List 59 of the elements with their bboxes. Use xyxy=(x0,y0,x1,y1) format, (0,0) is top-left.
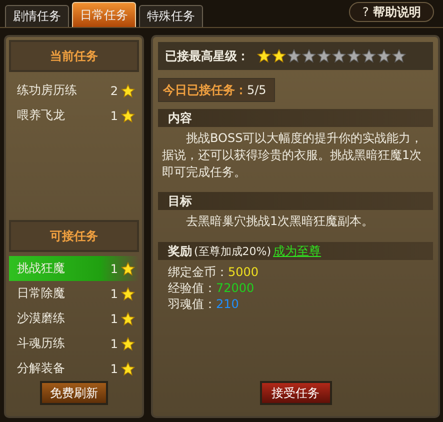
goal-text: 去黑暗巢穴挑战1次黑暗狂魔副本。 xyxy=(185,213,375,230)
section-header: 可接任务 xyxy=(9,220,139,252)
star-count: 1 xyxy=(110,362,118,376)
task-list-item[interactable]: 沙漠磨练 1 xyxy=(9,306,139,331)
bonus-text: (至尊加成20%) xyxy=(194,244,272,258)
today-label: 今日已接任务： xyxy=(163,82,247,98)
star-icon xyxy=(121,108,135,122)
star-icon xyxy=(121,286,135,300)
star-count: 1 xyxy=(110,108,118,122)
star-icon xyxy=(121,336,135,350)
task-name: 日常除魔 xyxy=(17,285,66,302)
star-icon xyxy=(121,84,135,98)
reward-label: 绑定金币： xyxy=(168,265,228,279)
task-list-item[interactable]: 挑战狂魔 1 xyxy=(9,256,139,281)
vip-link[interactable]: 成为至尊 xyxy=(273,242,322,260)
star-icon xyxy=(121,312,135,326)
star-count: 1 xyxy=(110,262,118,276)
section-header: 目标 xyxy=(158,192,433,210)
task-name: 沙漠磨练 xyxy=(17,310,66,327)
tab[interactable]: 剧情任务 xyxy=(5,5,69,27)
star-icon xyxy=(257,49,271,63)
task-name: 挑战狂魔 xyxy=(17,260,66,277)
star-icon xyxy=(287,49,301,63)
reward-label: 羽魂值： xyxy=(168,297,216,311)
reward-title: 奖励 xyxy=(168,242,192,260)
star-icon xyxy=(377,49,391,63)
section-header: 内容 xyxy=(158,109,433,127)
star-icon xyxy=(121,262,135,276)
reward-value: 72000 xyxy=(216,281,254,295)
accept-button[interactable]: 接受任务 xyxy=(260,381,332,405)
star-count: 2 xyxy=(110,84,118,98)
content-text: 挑战BOSS可以大幅度的提升你的实战能力，据说，还可以获得珍贵的衣服。挑战黑暗狂魔1次即可完成任务。 xyxy=(161,130,424,181)
task-name: 分解装备 xyxy=(17,360,66,377)
reward-value: 5000 xyxy=(228,265,259,279)
star-icon xyxy=(121,362,135,376)
task-list-item[interactable]: 分解装备 1 xyxy=(9,356,139,381)
task-name: 喂养飞龙 xyxy=(17,107,66,124)
star-icon xyxy=(272,49,286,63)
star-icon xyxy=(392,49,406,63)
refresh-button[interactable]: 免费刷新 xyxy=(40,381,108,405)
star-icon xyxy=(317,49,331,63)
star-count: 1 xyxy=(110,336,118,350)
reward-value: 210 xyxy=(216,297,239,311)
star-icon xyxy=(362,49,376,63)
star-icon xyxy=(302,49,316,63)
star-count: 1 xyxy=(110,312,118,326)
task-list-item[interactable]: 斗魂历练 1 xyxy=(9,331,139,356)
section-header: 当前任务 xyxy=(9,40,139,72)
task-name: 斗魂历练 xyxy=(17,335,66,352)
star-icon xyxy=(332,49,346,63)
today-value: 5/5 xyxy=(247,83,266,97)
tab[interactable]: 特殊任务 xyxy=(139,5,203,27)
reward-label: 经验值： xyxy=(168,281,216,295)
task-name: 练功房历练 xyxy=(17,82,78,99)
help-button[interactable]: ? 帮助说明 xyxy=(349,2,434,22)
task-list-item[interactable]: 日常除魔 1 xyxy=(9,281,139,306)
star-icon xyxy=(347,49,361,63)
star-level-label: 已接最高星级： xyxy=(165,48,249,64)
star-count: 1 xyxy=(110,286,118,300)
